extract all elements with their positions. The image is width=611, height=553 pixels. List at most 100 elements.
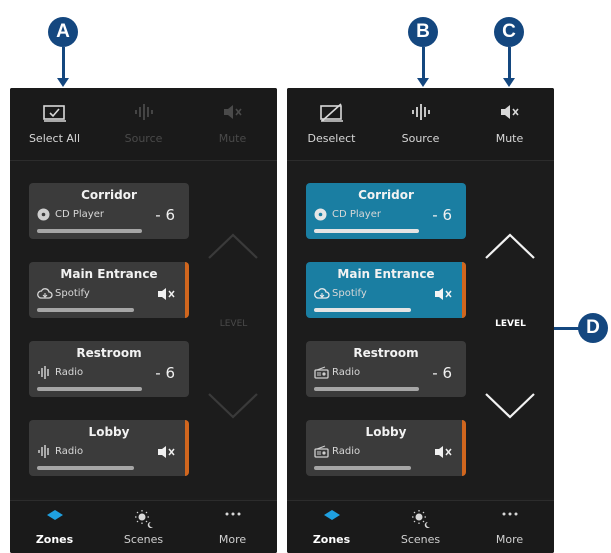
level-down-chevron-icon[interactable]: [483, 391, 537, 421]
left-zone-list: Corridor CD Player - 6 Main Entrance Spo…: [10, 161, 277, 498]
more-dots-icon: [225, 512, 240, 516]
nav-scenes-label: Scenes: [400, 533, 441, 546]
level-down-chevron-icon[interactable]: [206, 391, 260, 421]
select-all-button[interactable]: Select All: [10, 88, 99, 160]
select-all-label: Select All: [28, 132, 81, 145]
deselect-button[interactable]: Deselect: [287, 88, 376, 160]
zone-source: Radio: [314, 366, 360, 382]
zone-volume: - 6: [432, 206, 452, 224]
select-all-icon: [42, 105, 66, 122]
waveform-icon: [38, 366, 49, 379]
source-label: Source: [124, 132, 163, 145]
callout-a-arrow: [62, 47, 65, 81]
zone-level-bar[interactable]: [37, 229, 142, 233]
zone-source-label: CD Player: [332, 209, 381, 220]
zone-card-lobby[interactable]: Lobby Radio: [29, 420, 189, 476]
nav-more[interactable]: More: [188, 501, 277, 553]
callout-c: C: [494, 17, 524, 47]
zone-source-label: Radio: [332, 367, 361, 378]
mute-label: Mute: [495, 132, 524, 145]
zone-source-label: Spotify: [55, 288, 90, 299]
right-level-control: LEVEL: [467, 161, 554, 498]
zone-source: Spotify: [314, 287, 367, 303]
nav-zones-label: Zones: [312, 533, 351, 546]
muted-speaker-icon: [158, 288, 175, 300]
callout-a: A: [48, 17, 78, 47]
zone-name: Main Entrance: [60, 267, 158, 281]
right-toolbar: Deselect Source Mute: [287, 88, 554, 161]
zone-source-label: Radio: [55, 367, 84, 378]
muted-speaker-icon: [435, 446, 452, 458]
zone-level-bar[interactable]: [37, 466, 134, 470]
source-waveform-icon: [134, 104, 153, 120]
callout-d: D: [578, 313, 608, 343]
callout-b: B: [408, 17, 438, 47]
zone-source: CD Player: [314, 208, 381, 224]
zones-diamond-icon: [323, 510, 340, 520]
mute-button-disabled[interactable]: Mute: [188, 88, 277, 160]
scenes-sun-moon-icon: [134, 510, 153, 528]
nav-more-label: More: [218, 533, 247, 546]
zone-source: Spotify: [37, 287, 90, 303]
nav-scenes-label: Scenes: [123, 533, 164, 546]
zone-name: Corridor: [358, 188, 414, 202]
muted-speaker-icon: [435, 288, 452, 300]
zone-name: Lobby: [88, 425, 130, 439]
zone-name: Main Entrance: [337, 267, 435, 281]
nav-scenes[interactable]: Scenes: [99, 501, 188, 553]
zone-source: Radio: [37, 366, 83, 382]
callout-c-arrow: [508, 47, 511, 81]
right-bottom-nav: Zones Scenes More: [287, 500, 554, 553]
mute-label: Mute: [218, 132, 247, 145]
nav-zones[interactable]: Zones: [287, 501, 376, 553]
zone-level-bar[interactable]: [37, 387, 142, 391]
zone-card-lobby[interactable]: Lobby Radio: [306, 420, 466, 476]
source-button-disabled[interactable]: Source: [99, 88, 188, 160]
more-dots-icon: [502, 512, 517, 516]
nav-scenes[interactable]: Scenes: [376, 501, 465, 553]
zone-name: Restroom: [76, 346, 142, 360]
cloud-icon: [314, 288, 330, 299]
source-label: Source: [401, 132, 440, 145]
zone-volume: - 6: [432, 364, 452, 382]
level-up-chevron-icon[interactable]: [206, 231, 260, 261]
zone-card-restroom[interactable]: Restroom Radio - 6: [29, 341, 189, 397]
mute-button[interactable]: Mute: [465, 88, 554, 160]
zone-source-label: Spotify: [332, 288, 367, 299]
radio-icon: [314, 445, 329, 458]
deselect-icon: [319, 103, 343, 122]
radio-icon: [314, 366, 329, 379]
mute-speaker-icon: [500, 105, 519, 119]
zone-level-bar[interactable]: [37, 308, 134, 312]
zone-name: Corridor: [81, 188, 137, 202]
zone-source: Radio: [37, 445, 83, 461]
left-bottom-nav: Zones Scenes More: [10, 500, 277, 553]
zone-level-bar[interactable]: [314, 229, 419, 233]
zone-card-restroom[interactable]: Restroom Radio - 6: [306, 341, 466, 397]
zone-card-main-entrance[interactable]: Main Entrance Spotify: [306, 262, 466, 318]
zone-name: Lobby: [365, 425, 407, 439]
mute-indicator: [462, 420, 466, 476]
nav-more-label: More: [495, 533, 524, 546]
zone-level-bar[interactable]: [314, 308, 411, 312]
zone-source: Radio: [314, 445, 360, 461]
callout-c-arrowhead: [503, 78, 515, 87]
zone-card-main-entrance[interactable]: Main Entrance Spotify: [29, 262, 189, 318]
zone-volume: - 6: [155, 364, 175, 382]
zone-source-label: Radio: [55, 446, 84, 457]
zone-level-bar[interactable]: [314, 466, 411, 470]
zone-level-bar[interactable]: [314, 387, 419, 391]
zone-card-corridor[interactable]: Corridor CD Player - 6: [306, 183, 466, 239]
nav-zones[interactable]: Zones: [10, 501, 99, 553]
callout-b-arrow: [422, 47, 425, 81]
source-waveform-icon: [411, 104, 430, 120]
mute-indicator: [185, 262, 189, 318]
level-label: LEVEL: [495, 319, 526, 329]
level-up-chevron-icon[interactable]: [483, 231, 537, 261]
cloud-icon: [37, 288, 53, 299]
zone-card-corridor[interactable]: Corridor CD Player - 6: [29, 183, 189, 239]
callout-a-arrowhead: [57, 78, 69, 87]
source-button[interactable]: Source: [376, 88, 465, 160]
nav-more[interactable]: More: [465, 501, 554, 553]
left-level-control: LEVEL: [190, 161, 277, 498]
